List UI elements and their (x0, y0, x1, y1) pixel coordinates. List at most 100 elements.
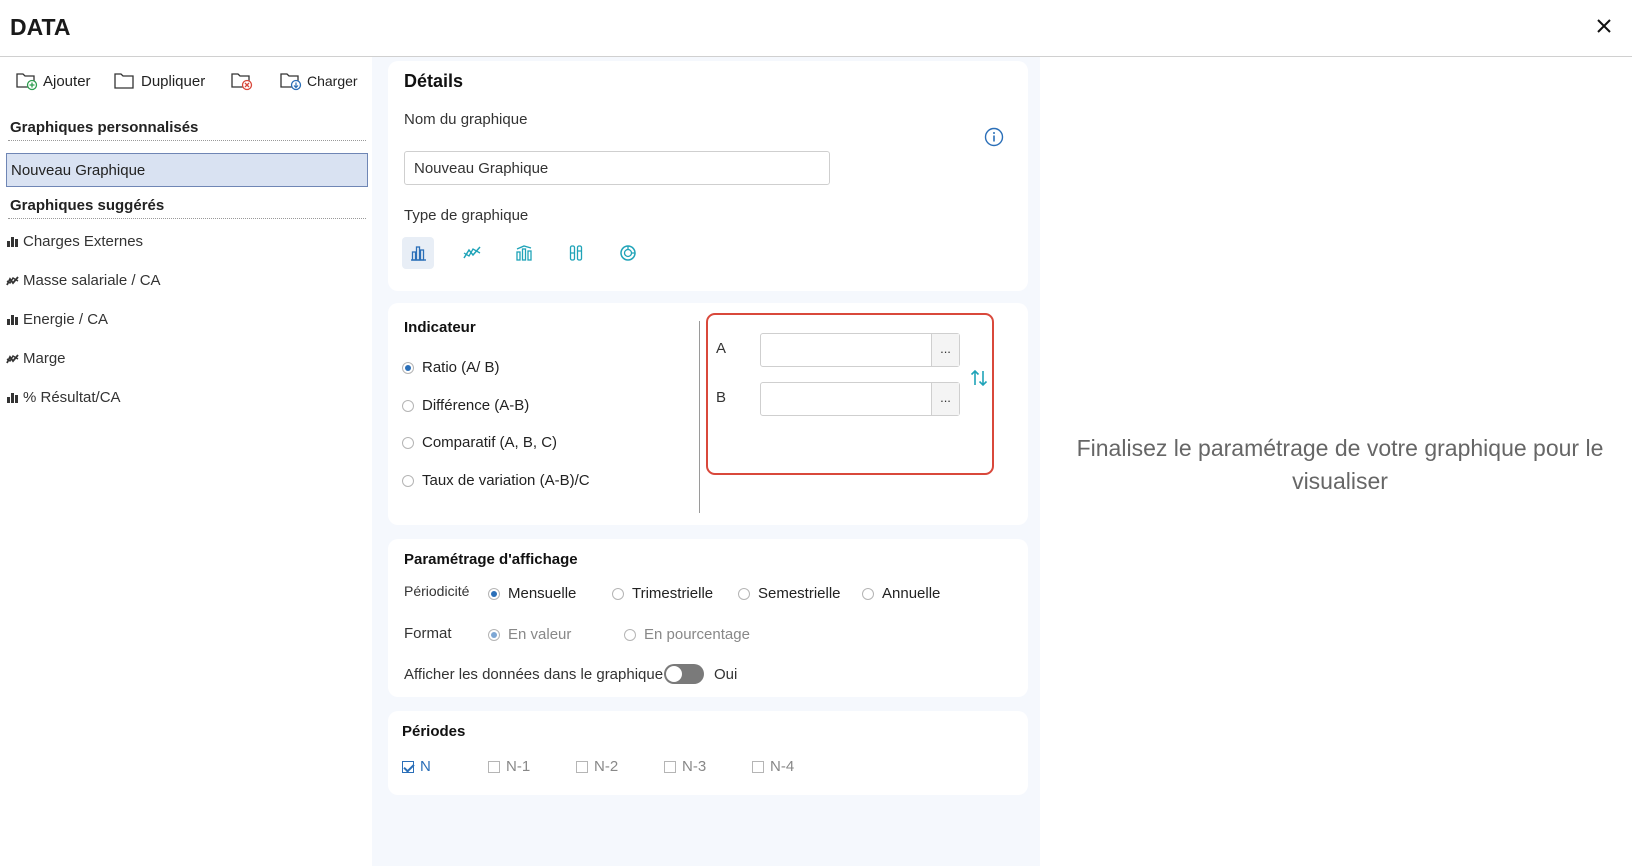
radio-button[interactable] (862, 587, 874, 600)
bar-chart-icon (411, 246, 426, 261)
info-icon[interactable] (984, 127, 1004, 147)
periods-card: Périodes N N-1 N-2 N-3 N-4 (388, 711, 1028, 795)
radio-label: Mensuelle (508, 585, 577, 602)
chart-type-donut[interactable] (612, 237, 644, 269)
suggested-item-resultat[interactable]: % Résultat/CA (6, 389, 121, 406)
suggested-item-marge[interactable]: Marge (6, 350, 66, 367)
radio-button[interactable] (624, 628, 636, 641)
radio-button[interactable] (402, 399, 414, 412)
period-checkbox-n2[interactable]: N-2 (576, 758, 618, 775)
operand-b-input[interactable]: ... (760, 382, 960, 416)
periodicity-label: Périodicité (404, 583, 470, 599)
radio-label: Taux de variation (A-B)/C (422, 472, 590, 489)
bar-chart-icon (7, 236, 18, 247)
radio-label: Comparatif (A, B, C) (422, 434, 558, 451)
operand-b-label: B (716, 389, 727, 406)
period-checkbox-n[interactable]: N (402, 758, 431, 775)
load-button[interactable]: Charger (280, 71, 358, 91)
custom-charts-title: Graphiques personnalisés (10, 119, 199, 136)
radio-label: Trimestrielle (632, 585, 714, 602)
delete-button[interactable] (231, 71, 253, 91)
chart-list-pane: Ajouter Dupliquer Charger Graphiques per… (0, 57, 372, 866)
checkbox[interactable] (752, 760, 764, 773)
operand-b-browse-button[interactable]: ... (931, 383, 959, 415)
checkbox-label: N-4 (770, 758, 795, 775)
swap-icon[interactable] (968, 367, 990, 389)
checkbox-label: N-1 (506, 758, 531, 775)
format-label: Format (404, 625, 452, 642)
indicator-card: Indicateur Ratio (A/ B) Différence (A-B)… (388, 303, 1028, 525)
period-checkbox-n1[interactable]: N-1 (488, 758, 530, 775)
suggested-charts-title: Graphiques suggérés (10, 197, 165, 214)
periods-title: Périodes (402, 723, 466, 740)
suggested-item-label: Energie / CA (23, 311, 109, 328)
suggested-item-masse-salariale[interactable]: Masse salariale / CA (6, 272, 161, 289)
preview-placeholder-message: Finalisez le paramétrage de votre graphi… (1060, 432, 1620, 498)
show-data-toggle[interactable] (664, 664, 704, 684)
chart-name-label: Nom du graphique (404, 111, 528, 128)
settings-pane: Détails Nom du graphique Type de graphiq… (372, 57, 1040, 866)
checkbox[interactable] (576, 760, 588, 773)
add-button[interactable]: Ajouter (16, 71, 91, 91)
checkbox-label: N-2 (594, 758, 619, 775)
chart-type-stacked[interactable] (560, 237, 592, 269)
radio-comparatif[interactable]: Comparatif (A, B, C) (402, 434, 557, 451)
radio-en-pourcentage[interactable]: En pourcentage (624, 626, 750, 643)
radio-semestrielle[interactable]: Semestrielle (738, 585, 841, 602)
radio-button[interactable] (612, 587, 624, 600)
radio-label: En valeur (508, 626, 572, 643)
line-chart-icon (6, 353, 19, 363)
radio-button[interactable] (488, 587, 500, 600)
divider (699, 321, 700, 513)
operand-a-label: A (716, 340, 727, 357)
radio-annuelle[interactable]: Annuelle (862, 585, 940, 602)
add-button-label: Ajouter (43, 72, 91, 90)
preview-pane: Finalisez le paramétrage de votre graphi… (1040, 57, 1632, 866)
app-title: DATA (10, 14, 71, 40)
close-icon[interactable] (1592, 14, 1616, 38)
duplicate-button-label: Dupliquer (141, 72, 206, 90)
checkbox[interactable] (402, 760, 414, 773)
radio-button[interactable] (402, 436, 414, 449)
duplicate-button[interactable]: Dupliquer (114, 71, 205, 91)
chart-type-label: Type de graphique (404, 207, 529, 224)
period-checkbox-n3[interactable]: N-3 (664, 758, 706, 775)
radio-label: En pourcentage (644, 626, 750, 643)
checkbox[interactable] (664, 760, 676, 773)
radio-trimestrielle[interactable]: Trimestrielle (612, 585, 713, 602)
suggested-item-label: Masse salariale / CA (23, 272, 161, 289)
load-button-label: Charger (307, 73, 358, 89)
chart-type-line[interactable] (456, 237, 488, 269)
period-checkbox-n4[interactable]: N-4 (752, 758, 794, 775)
checkbox[interactable] (488, 760, 500, 773)
details-title: Détails (404, 71, 464, 91)
bar-chart-icon (7, 314, 18, 325)
radio-button[interactable] (738, 587, 750, 600)
radio-taux-variation[interactable]: Taux de variation (A-B)/C (402, 472, 590, 489)
details-card: Détails Nom du graphique Type de graphiq… (388, 61, 1028, 291)
radio-button[interactable] (402, 361, 414, 374)
folder-load-icon (280, 73, 302, 91)
operand-a-input[interactable]: ... (760, 333, 960, 367)
bar-chart-icon (7, 392, 18, 403)
preview-message-line: Finalisez le paramétrage de votre graphi… (1076, 435, 1604, 461)
stacked-bar-icon (569, 245, 583, 261)
radio-button[interactable] (488, 628, 500, 641)
chart-name-input[interactable] (404, 151, 830, 185)
radio-en-valeur[interactable]: En valeur (488, 626, 571, 643)
chart-type-combo[interactable] (508, 237, 540, 269)
chart-type-bar[interactable] (402, 237, 434, 269)
suggested-item-energie[interactable]: Energie / CA (6, 311, 108, 328)
radio-difference[interactable]: Différence (A-B) (402, 397, 529, 414)
operand-a-browse-button[interactable]: ... (931, 334, 959, 366)
preview-message-line: visualiser (1292, 468, 1388, 494)
line-chart-icon (463, 246, 481, 259)
radio-ratio[interactable]: Ratio (A/ B) (402, 359, 500, 376)
show-data-value: Oui (714, 666, 738, 683)
radio-button[interactable] (402, 474, 414, 487)
suggested-item-charges-externes[interactable]: Charges Externes (6, 233, 143, 250)
radio-label: Annuelle (882, 585, 941, 602)
radio-label: Ratio (A/ B) (422, 359, 500, 376)
list-item-selected[interactable]: Nouveau Graphique (6, 153, 368, 187)
radio-mensuelle[interactable]: Mensuelle (488, 585, 576, 602)
